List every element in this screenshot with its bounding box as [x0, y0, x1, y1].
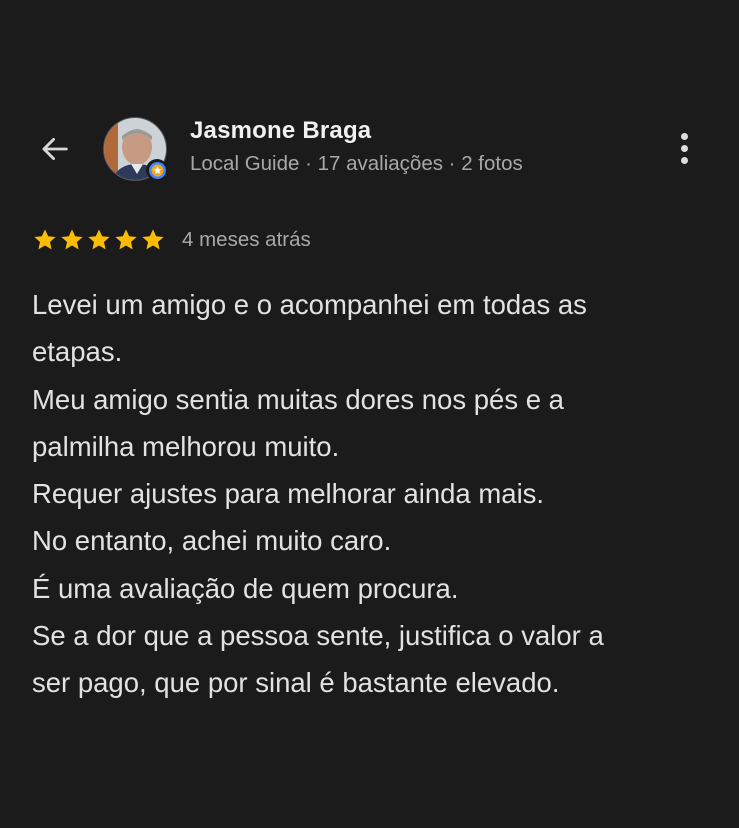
- star-icon: [88, 229, 110, 250]
- review-text: Levei um amigo e o acompanhei em todas a…: [32, 281, 722, 707]
- arrow-left-icon: [42, 137, 68, 161]
- reviewer-name[interactable]: Jasmone Braga: [190, 117, 371, 145]
- star-icon: [115, 229, 137, 250]
- star-icon: [34, 229, 56, 250]
- star-icon: [142, 229, 164, 250]
- local-guide-badge: [146, 159, 168, 181]
- review-detail-screen: Jasmone Braga Local Guide · 17 avaliaçõe…: [0, 0, 739, 828]
- review-line: etapas.: [32, 336, 123, 368]
- review-line: É uma avaliação de quem procura.: [32, 572, 459, 604]
- review-line: Levei um amigo e o acompanhei em todas a…: [32, 289, 587, 320]
- local-guide-star-icon: [151, 164, 163, 176]
- more-vertical-icon: [680, 132, 688, 140]
- back-button[interactable]: [34, 128, 76, 170]
- star-icon: [61, 229, 83, 250]
- review-line: No entanto, achei muito caro.: [32, 525, 392, 557]
- review-line: Requer ajustes para melhorar ainda mais.: [32, 478, 545, 510]
- review-line: Se a dor que a pessoa sente, justifica o…: [32, 620, 604, 652]
- reviewer-meta: Local Guide · 17 avaliações · 2 fotos: [190, 152, 523, 175]
- review-date: 4 meses atrás: [182, 228, 311, 251]
- more-options-button[interactable]: [668, 128, 700, 168]
- rating-row: 4 meses atrás: [32, 227, 311, 253]
- star-rating: [32, 227, 166, 253]
- review-line: palmilha melhorou muito.: [32, 430, 340, 462]
- review-line: ser pago, que por sinal é bastante eleva…: [32, 667, 560, 699]
- review-line: Meu amigo sentia muitas dores nos pés e …: [32, 383, 564, 415]
- reviewer-avatar[interactable]: [103, 117, 168, 181]
